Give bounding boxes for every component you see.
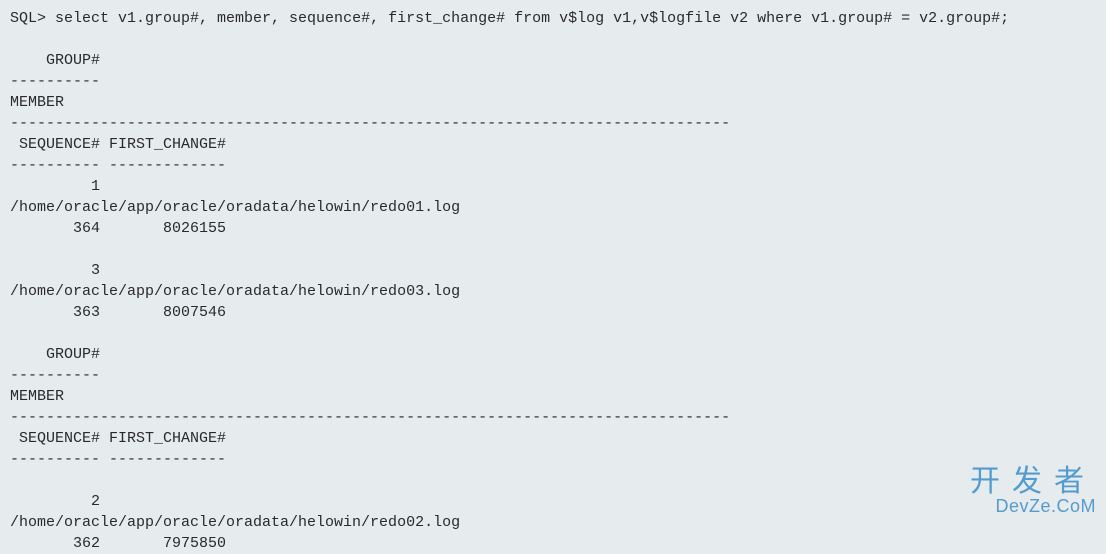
value-seq-change: 362 7975850 bbox=[10, 535, 226, 552]
watermark-cn: 开发者 bbox=[970, 467, 1096, 497]
value-seq-change: 364 8026155 bbox=[10, 220, 226, 237]
col-header-member: MEMBER bbox=[10, 388, 64, 405]
col-header-sequence: SEQUENCE# FIRST_CHANGE# bbox=[10, 136, 226, 153]
sql-prompt: SQL> bbox=[10, 10, 55, 27]
divider: ---------- ------------- bbox=[10, 157, 226, 174]
value-member: /home/oracle/app/oracle/oradata/helowin/… bbox=[10, 283, 460, 300]
value-seq-change: 363 8007546 bbox=[10, 304, 226, 321]
divider: ---------- bbox=[10, 73, 100, 90]
value-member: /home/oracle/app/oracle/oradata/helowin/… bbox=[10, 199, 460, 216]
col-header-sequence: SEQUENCE# FIRST_CHANGE# bbox=[10, 430, 226, 447]
watermark: 开发者 DevZe.CoM bbox=[970, 467, 1096, 515]
watermark-en: DevZe.CoM bbox=[970, 497, 1096, 515]
value-group: 2 bbox=[10, 493, 100, 510]
divider: ---------- bbox=[10, 367, 100, 384]
sql-query: select v1.group#, member, sequence#, fir… bbox=[55, 10, 1009, 27]
value-member: /home/oracle/app/oracle/oradata/helowin/… bbox=[10, 514, 460, 531]
col-header-group: GROUP# bbox=[10, 52, 100, 69]
col-header-group: GROUP# bbox=[10, 346, 100, 363]
value-group: 3 bbox=[10, 262, 100, 279]
divider: ----------------------------------------… bbox=[10, 409, 730, 426]
divider: ---------- ------------- bbox=[10, 451, 226, 468]
col-header-member: MEMBER bbox=[10, 94, 64, 111]
terminal-output: SQL> select v1.group#, member, sequence#… bbox=[10, 8, 1096, 554]
value-group: 1 bbox=[10, 178, 100, 195]
divider: ----------------------------------------… bbox=[10, 115, 730, 132]
